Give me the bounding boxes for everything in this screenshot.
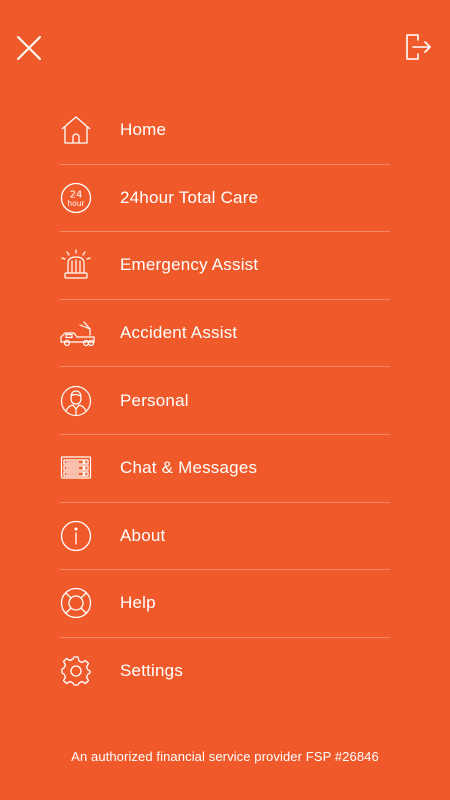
menu-item-label: Personal: [120, 390, 189, 410]
logout-button[interactable]: [405, 33, 433, 61]
menu-item-help[interactable]: Help: [60, 570, 390, 638]
menu-item-settings[interactable]: Settings: [60, 638, 390, 705]
menu-item-emergency-assist[interactable]: Emergency Assist: [60, 232, 390, 300]
person-icon: [60, 385, 92, 417]
menu-item-label: Chat & Messages: [120, 458, 258, 478]
home-icon: [60, 114, 92, 146]
menu-item-label: Home: [120, 120, 167, 140]
tow-truck-icon: [60, 317, 95, 349]
menu-item-accident-assist[interactable]: Accident Assist: [60, 300, 390, 368]
top-bar: [0, 0, 450, 95]
chat-messages-icon: [60, 452, 92, 484]
logout-icon: [406, 34, 431, 60]
menu-item-home[interactable]: Home: [60, 97, 390, 165]
24hour-icon-word: hour: [67, 199, 85, 208]
gear-icon: [60, 655, 92, 687]
close-icon: [17, 36, 41, 60]
menu-item-label: Accident Assist: [120, 323, 238, 343]
menu-item-personal[interactable]: Personal: [60, 367, 390, 435]
emergency-siren-icon: [60, 249, 92, 281]
menu-item-label: 24hour Total Care: [120, 187, 259, 207]
24hour-icon: 24 hour: [60, 182, 92, 214]
side-menu: Home 24 hour 24hour Total Care Emergency…: [60, 97, 390, 704]
menu-item-24hour-total-care[interactable]: 24 hour 24hour Total Care: [60, 165, 390, 233]
menu-item-chat-messages[interactable]: Chat & Messages: [60, 435, 390, 503]
menu-item-label: About: [120, 525, 166, 545]
menu-item-label: Settings: [120, 661, 184, 681]
close-button[interactable]: [14, 33, 44, 63]
menu-item-label: Help: [120, 593, 156, 613]
footer-disclaimer: An authorized financial service provider…: [71, 749, 379, 764]
menu-item-about[interactable]: About: [60, 503, 390, 571]
info-icon: [60, 520, 92, 552]
menu-item-label: Emergency Assist: [120, 255, 259, 275]
lifebuoy-icon: [60, 587, 92, 619]
